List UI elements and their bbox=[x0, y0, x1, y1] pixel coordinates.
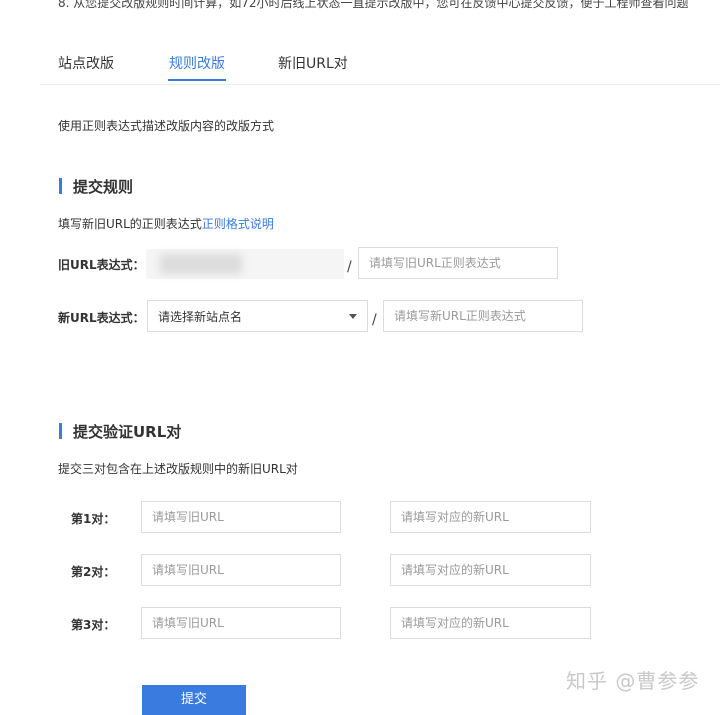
new-url-regex-input[interactable] bbox=[383, 300, 583, 332]
rules-hint-text: 填写新旧URL的正则表达式 bbox=[58, 217, 202, 231]
pair-2-old-url-input[interactable] bbox=[141, 554, 341, 586]
page-description: 使用正则表达式描述改版内容的改版方式 bbox=[58, 119, 275, 133]
notice-text: 8. 从您提交改版规则时间计算，如72小时后线上状态一直提示改版中，您可在反馈中… bbox=[58, 0, 689, 10]
tab-rule-revision[interactable]: 规则改版 bbox=[169, 53, 225, 73]
submit-button[interactable]: 提交 bbox=[142, 685, 246, 715]
tab-url-pairs[interactable]: 新旧URL对 bbox=[278, 53, 348, 73]
old-url-label: 旧URL表达式： bbox=[58, 258, 145, 272]
separator-slash: / bbox=[372, 312, 377, 328]
pair-3-new-url-input[interactable] bbox=[390, 607, 591, 639]
pair-3-label: 第3对： bbox=[71, 618, 116, 632]
old-url-regex-input[interactable] bbox=[358, 247, 558, 279]
section-marker bbox=[59, 178, 62, 194]
separator-slash: / bbox=[347, 259, 352, 275]
section-marker bbox=[59, 423, 62, 439]
tab-divider bbox=[40, 84, 720, 85]
pair-2-new-url-input[interactable] bbox=[390, 554, 591, 586]
new-url-label: 新URL表达式： bbox=[58, 311, 145, 325]
new-site-select-value: 请选择新站点名 bbox=[158, 309, 243, 324]
new-site-select[interactable]: 请选择新站点名 bbox=[147, 300, 368, 332]
active-tab-indicator bbox=[168, 79, 226, 81]
pair-3-old-url-input[interactable] bbox=[141, 607, 341, 639]
verify-hint: 提交三对包含在上述改版规则中的新旧URL对 bbox=[58, 462, 298, 476]
pair-1-new-url-input[interactable] bbox=[390, 501, 591, 533]
section-title-rules: 提交规则 bbox=[73, 178, 134, 196]
rules-hint: 填写新旧URL的正则表达式正则格式说明 bbox=[58, 215, 274, 232]
pair-2-label: 第2对： bbox=[71, 565, 116, 579]
redacted-content bbox=[160, 254, 242, 274]
section-title-verify: 提交验证URL对 bbox=[73, 423, 182, 441]
regex-help-link[interactable]: 正则格式说明 bbox=[202, 217, 274, 231]
pair-1-label: 第1对： bbox=[71, 512, 116, 526]
tab-site-revision[interactable]: 站点改版 bbox=[58, 53, 114, 73]
watermark: 知乎 @曹参参 bbox=[566, 669, 700, 693]
pair-1-old-url-input[interactable] bbox=[141, 501, 341, 533]
chevron-down-icon bbox=[349, 313, 357, 319]
